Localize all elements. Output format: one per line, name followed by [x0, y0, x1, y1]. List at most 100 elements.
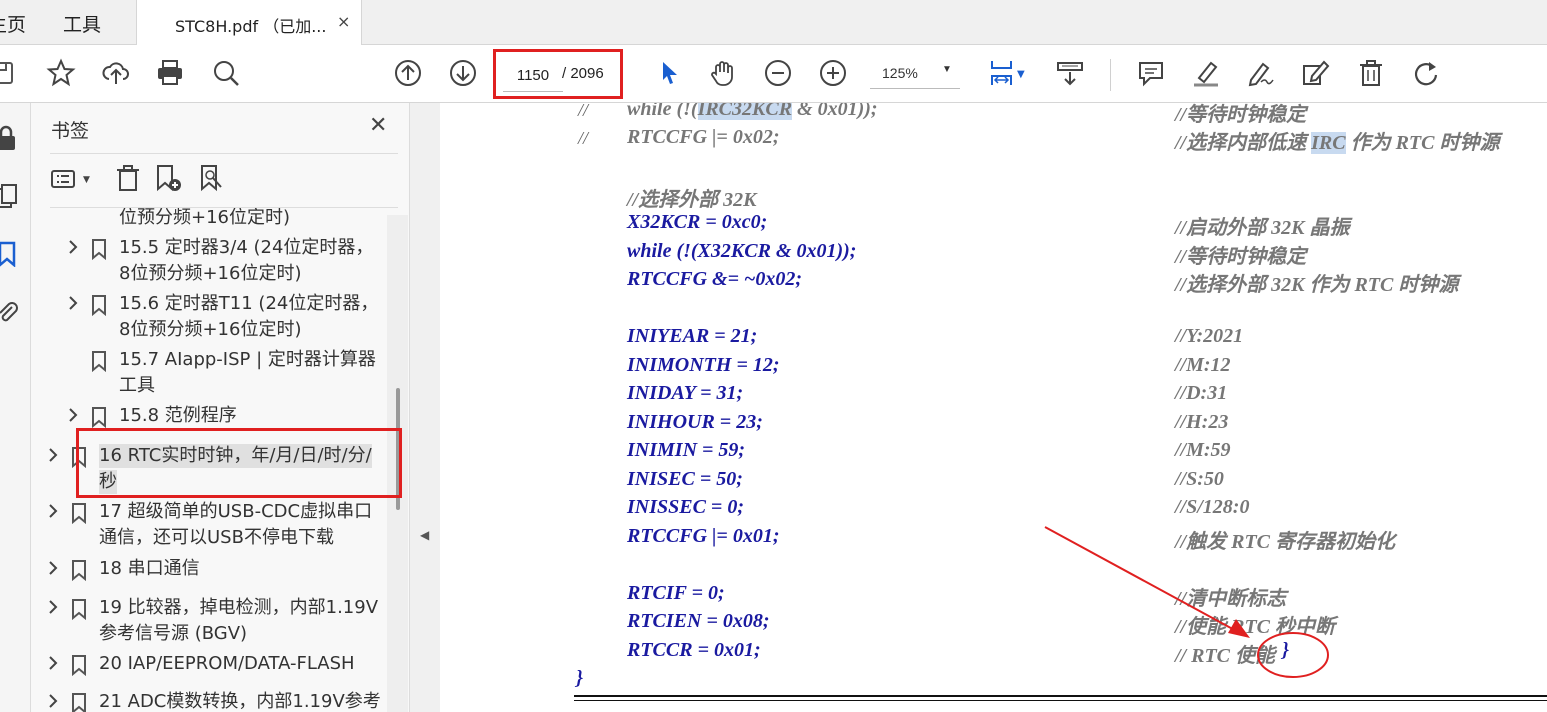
code-line: INISEC = 50; — [627, 468, 743, 490]
zoom-select[interactable]: 125% ▼ — [870, 60, 960, 89]
page-navigation-highlight: / 2096 — [493, 49, 623, 99]
chevron-right-icon[interactable] — [46, 692, 60, 710]
star-icon[interactable] — [44, 56, 78, 90]
pages-icon[interactable] — [0, 183, 20, 209]
search-icon[interactable] — [209, 56, 243, 90]
code-line: INIYEAR = 21; — [627, 325, 758, 347]
code-line: INIDAY = 31; — [627, 382, 744, 404]
chevron-right-icon[interactable] — [46, 502, 60, 520]
fit-page-icon[interactable] — [985, 56, 1019, 90]
highlight-icon[interactable] — [1189, 56, 1223, 90]
code-line: RTCCFG |= 0x01; — [627, 525, 780, 547]
code-line: RTCCR = 0x01; — [627, 639, 761, 661]
scroll-mode-icon[interactable] — [1053, 56, 1087, 90]
bookmark-icon — [91, 238, 107, 261]
document-page: // while (!(IRC32KCR & 0x01)); //等待时钟稳定 … — [440, 103, 1547, 712]
attachment-icon[interactable] — [0, 299, 20, 325]
arrow-up-icon[interactable] — [391, 56, 425, 90]
main-toolbar: / 2096 125% ▼ ▼ — [0, 45, 1547, 103]
document-tab-title: STC8H.pdf （已加... — [175, 17, 327, 36]
zoom-in-icon[interactable] — [816, 56, 850, 90]
code-comment: //D:31 — [1175, 382, 1228, 404]
panel-divider — [50, 153, 398, 154]
code-brace: } — [1282, 639, 1289, 661]
comment-prefix: // — [578, 128, 589, 148]
code-line: INIMIN = 59; — [627, 439, 746, 461]
bookmark-icon — [91, 350, 107, 373]
code-line: while (!(X32KCR & 0x01)); — [627, 240, 857, 262]
code-comment: //触发 RTC 寄存器初始化 — [1175, 531, 1396, 553]
close-icon[interactable]: ✕ — [369, 113, 387, 138]
close-tab-icon[interactable]: × — [337, 12, 350, 31]
code-closing-brace: } — [576, 667, 583, 689]
save-icon[interactable] — [0, 56, 20, 90]
bookmark-icon — [71, 502, 87, 525]
upload-icon[interactable] — [99, 56, 133, 90]
panel-splitter[interactable]: ◀ — [409, 103, 441, 712]
rotate-icon[interactable] — [1409, 56, 1443, 90]
tab-document[interactable]: STC8H.pdf （已加... × — [136, 0, 362, 45]
bookmark-icon — [71, 654, 87, 677]
delete-bookmark-icon[interactable] — [114, 163, 144, 197]
bookmark-icon — [71, 559, 87, 582]
code-line: INIHOUR = 23; — [627, 411, 763, 433]
sign-icon[interactable] — [1243, 56, 1277, 90]
code-comment: //H:23 — [1175, 411, 1229, 433]
edit-icon[interactable] — [1298, 56, 1332, 90]
tab-tools[interactable]: 工具 — [63, 10, 101, 37]
code-line: RTCCFG &= ~0x02; — [627, 268, 803, 290]
bookmark-icon — [91, 406, 107, 429]
code-comment: // RTC 使能 — [1175, 645, 1276, 667]
zoom-out-icon[interactable] — [761, 56, 795, 90]
code-line: X32KCR = 0xc0; — [627, 211, 768, 233]
code-comment: //M:59 — [1175, 439, 1231, 461]
chevron-right-icon[interactable] — [46, 598, 60, 616]
code-comment: //选择外部 32K 作为 RTC 时钟源 — [1175, 274, 1459, 296]
page-rule — [574, 695, 1547, 697]
chevron-right-icon[interactable] — [66, 238, 80, 256]
bookmark-options-icon[interactable] — [51, 163, 81, 197]
bookmarks-panel: 书签 ✕ ▼ 位预分频+16位定时) 15.5 定时器3/4 (24位定时器， … — [31, 103, 409, 712]
toolbar-separator — [1110, 59, 1111, 91]
comment-prefix: // — [578, 103, 589, 120]
bookmark-icon — [91, 294, 107, 317]
code-comment: //清中断标志 — [1175, 588, 1287, 610]
navigation-rail — [0, 103, 31, 712]
bookmark-icon — [71, 598, 87, 621]
page-number-input[interactable] — [503, 59, 563, 92]
code-comment: //使能 RTC 秒中断 — [1175, 616, 1336, 638]
fit-page-dropdown-icon[interactable]: ▼ — [1017, 69, 1025, 80]
chevron-right-icon[interactable] — [66, 406, 80, 424]
bookmarks-panel-icon[interactable] — [0, 241, 20, 267]
delete-icon[interactable] — [1354, 56, 1388, 90]
code-comment: //启动外部 32K 晶振 — [1175, 217, 1350, 239]
code-line: INIMONTH = 12; — [627, 354, 780, 376]
chevron-right-icon[interactable] — [66, 294, 80, 312]
comment-icon[interactable] — [1134, 56, 1168, 90]
code-comment: //S:50 — [1175, 468, 1224, 490]
collapse-panel-icon[interactable]: ◀ — [420, 528, 429, 542]
page-total: / 2096 — [562, 65, 604, 82]
pointer-icon[interactable] — [652, 56, 686, 90]
chevron-right-icon[interactable] — [46, 654, 60, 672]
search-bookmark-icon[interactable] — [199, 163, 229, 197]
lock-icon[interactable] — [0, 125, 20, 151]
code-line: while (!(IRC32KCR & 0x01)); — [627, 103, 878, 121]
tab-home[interactable]: 主页 — [0, 10, 26, 37]
panel-title: 书签 — [51, 120, 90, 142]
code-line: //选择外部 32K — [627, 189, 757, 211]
code-comment: //Y:2021 — [1175, 325, 1244, 347]
code-comment: //等待时钟稳定 — [1175, 104, 1307, 126]
code-comment: //选择内部低速 IRC 作为 RTC 时钟源 — [1175, 132, 1500, 154]
code-line: INISSEC = 0; — [627, 496, 744, 518]
hand-icon[interactable] — [706, 56, 740, 90]
add-bookmark-icon[interactable] — [155, 163, 185, 197]
chevron-right-icon[interactable] — [46, 446, 60, 464]
arrow-down-icon[interactable] — [446, 56, 480, 90]
code-line: RTCCFG |= 0x02; — [627, 126, 780, 148]
print-icon[interactable] — [153, 56, 187, 90]
chevron-down-icon[interactable]: ▼ — [83, 175, 90, 185]
code-line: RTCIF = 0; — [627, 582, 725, 604]
zoom-value: 125% — [882, 65, 918, 81]
chevron-right-icon[interactable] — [46, 559, 60, 577]
